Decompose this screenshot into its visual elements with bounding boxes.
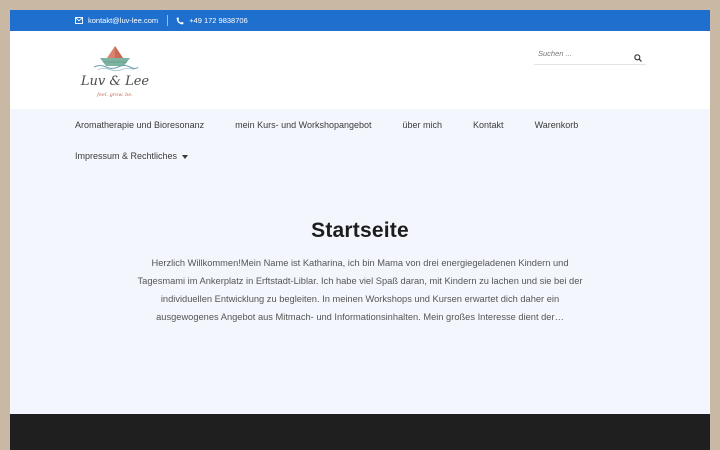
top-contact-bar: kontakt@luv-lee.com +49 172 9838706 [10, 10, 710, 31]
phone-contact[interactable]: +49 172 9838706 [176, 16, 248, 25]
envelope-icon [75, 17, 83, 24]
nav-item-kontakt[interactable]: Kontakt [473, 120, 504, 130]
nav-row-1: Aromatherapie und Bioresonanz mein Kurs-… [75, 109, 675, 140]
search-icon[interactable] [634, 49, 642, 67]
site-footer [10, 414, 710, 450]
email-contact[interactable]: kontakt@luv-lee.com [75, 16, 158, 25]
page-title: Startseite [311, 219, 409, 242]
caret-down-icon [182, 151, 189, 161]
nav-item-kurse-workshops[interactable]: mein Kurs- und Workshopangebot [235, 120, 371, 130]
email-text: kontakt@luv-lee.com [88, 16, 159, 25]
search-form [534, 43, 646, 65]
site-header: Luv & Lee feel. grow. be. [10, 31, 710, 109]
main-navigation: Aromatherapie und Bioresonanz mein Kurs-… [75, 109, 675, 171]
content-area: Aromatherapie und Bioresonanz mein Kurs-… [10, 109, 710, 414]
svg-text:Luv & Lee: Luv & Lee [80, 74, 149, 89]
topbar-divider [167, 15, 169, 26]
svg-text:feel. grow. be.: feel. grow. be. [96, 92, 133, 98]
search-input[interactable] [534, 49, 624, 58]
nav-item-aromatherapie[interactable]: Aromatherapie und Bioresonanz [75, 120, 204, 130]
intro-text: Herzlich Willkommen!Mein Name ist Kathar… [137, 258, 583, 322]
nav-item-ueber-mich[interactable]: über mich [403, 120, 443, 130]
nav-row-2: Impressum & Rechtliches [75, 140, 675, 171]
phone-text: +49 172 9838706 [189, 16, 248, 25]
site-logo[interactable]: Luv & Lee feel. grow. be. [80, 44, 150, 100]
nav-item-warenkorb[interactable]: Warenkorb [535, 120, 579, 130]
nav-item-impressum-label: Impressum & Rechtliches [75, 150, 178, 161]
nav-item-impressum[interactable]: Impressum & Rechtliches [75, 150, 189, 161]
phone-icon [176, 17, 184, 25]
browser-page: kontakt@luv-lee.com +49 172 9838706 Luv … [10, 10, 710, 450]
